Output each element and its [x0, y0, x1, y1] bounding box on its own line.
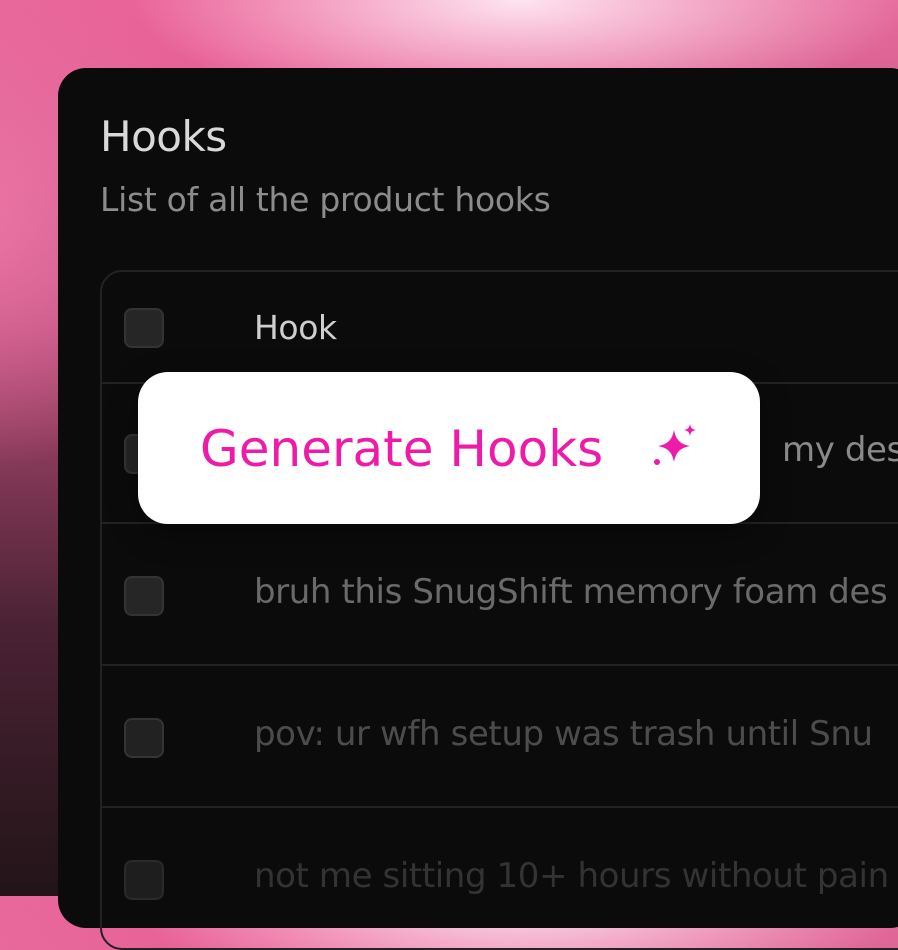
- table-header-row: Hook: [102, 272, 898, 384]
- table-row[interactable]: pov: ur wfh setup was trash until Snu: [102, 666, 898, 808]
- table-row[interactable]: not me sitting 10+ hours without pain: [102, 808, 898, 948]
- hook-text: pov: ur wfh setup was trash until Snu: [254, 714, 873, 754]
- generate-hooks-button[interactable]: Generate Hooks: [138, 372, 760, 524]
- sparkle-icon: [654, 424, 696, 465]
- hook-text: not me sitting 10+ hours without pain: [254, 856, 889, 896]
- hook-text: my desk: [782, 430, 898, 470]
- table-row[interactable]: bruh this SnugShift memory foam des: [102, 524, 898, 666]
- row-checkbox[interactable]: [124, 576, 164, 616]
- page-subtitle: List of all the product hooks: [100, 180, 551, 219]
- generate-hooks-label: Generate Hooks: [200, 420, 604, 478]
- row-checkbox[interactable]: [124, 718, 164, 758]
- select-all-checkbox[interactable]: [124, 308, 164, 348]
- row-checkbox[interactable]: [124, 860, 164, 900]
- column-header-hook: Hook: [254, 308, 337, 347]
- page-title: Hooks: [100, 112, 227, 161]
- hook-text: bruh this SnugShift memory foam des: [254, 572, 888, 612]
